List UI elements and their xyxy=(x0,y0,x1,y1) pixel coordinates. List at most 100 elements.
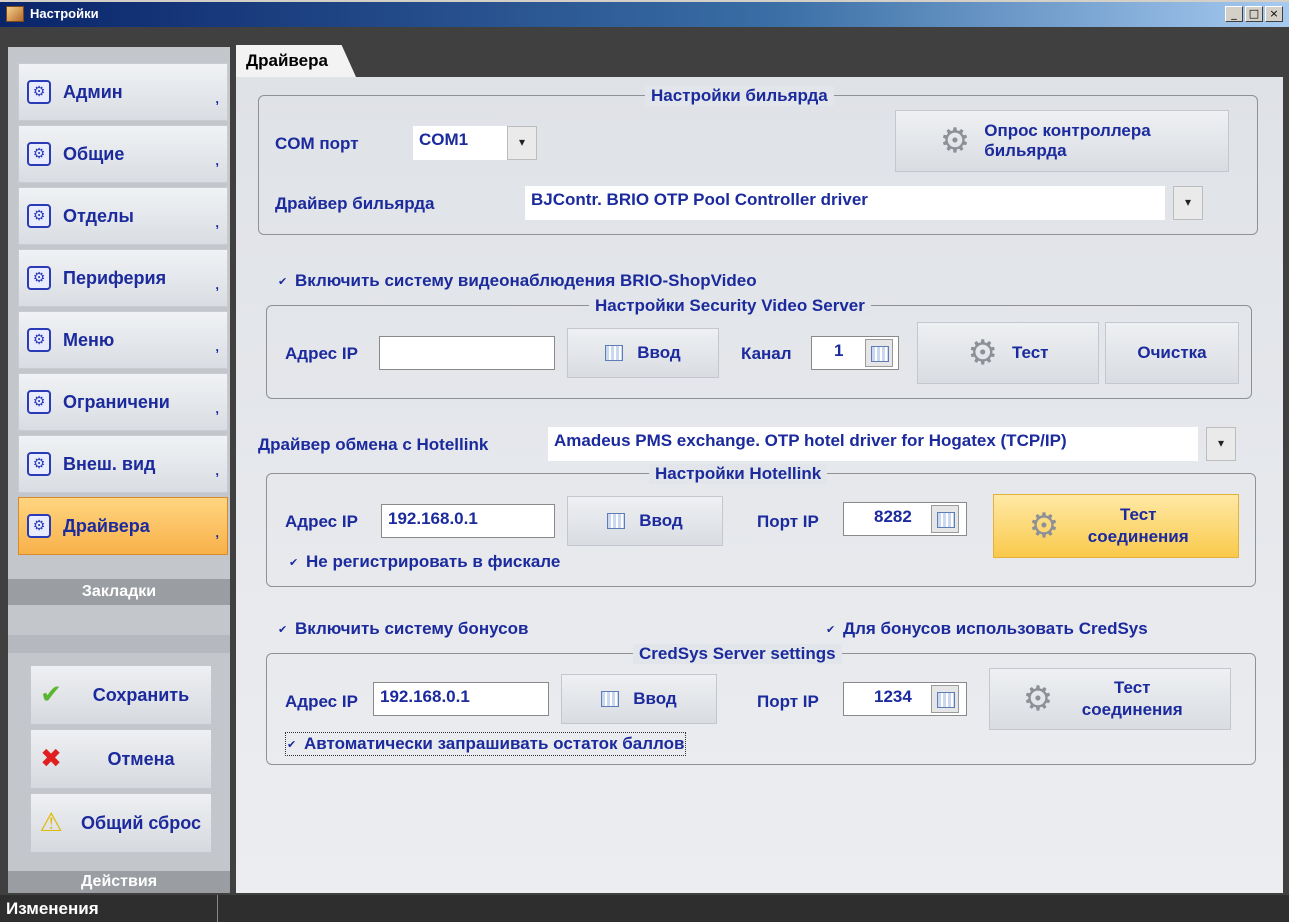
hotellink-enter-button[interactable]: Ввод xyxy=(567,496,723,546)
hotellink-driver-dropdown-button[interactable]: ▾ xyxy=(1206,427,1236,461)
billiard-settings-legend: Настройки бильярда xyxy=(645,86,834,106)
keyboard-icon xyxy=(605,345,624,361)
hotellink-ip-label: Адрес IP xyxy=(285,512,358,531)
use-credsys-checkbox[interactable]: ✔ Для бонусов использовать CredSys xyxy=(826,619,1148,639)
credsys-settings-legend: CredSys Server settings xyxy=(633,644,842,664)
hotellink-settings-group: Настройки Hotellink Адрес IP 192.168.0.1… xyxy=(266,464,1256,587)
bookmarks-group: ⚙ Админ , ⚙ Общие , ⚙ Отделы , ⚙ Перифер… xyxy=(8,47,230,635)
keyboard-icon xyxy=(601,691,620,707)
video-ip-field[interactable] xyxy=(379,336,555,370)
credsys-enter-label: Ввод xyxy=(633,689,677,708)
hotellink-port-picker-button[interactable] xyxy=(931,505,959,533)
hotellink-test-connection-button[interactable]: ⚙ Тест соединения xyxy=(993,494,1239,558)
credsys-ip-label: Адрес IP xyxy=(285,692,358,711)
gear-icon: ⚙ xyxy=(27,514,51,538)
enable-video-checkbox[interactable]: ✔ Включить систему видеонаблюдения BRIO-… xyxy=(278,271,757,291)
window-controls: _ □ × xyxy=(1225,6,1283,22)
maximize-button[interactable]: □ xyxy=(1245,6,1263,22)
gear-icon: ⚙ xyxy=(27,204,51,228)
title-bar: Настройки _ □ × xyxy=(0,0,1289,27)
channel-picker-button[interactable] xyxy=(865,339,893,367)
cancel-button[interactable]: ✖ Отмена xyxy=(30,729,212,789)
sidebar-item-general[interactable]: ⚙ Общие , xyxy=(18,125,228,183)
hotellink-driver-field[interactable]: Amadeus PMS exchange. OTP hotel driver f… xyxy=(548,427,1198,461)
submenu-arrow-icon: , xyxy=(215,525,219,540)
sidebar-item-label: Отделы xyxy=(63,205,134,226)
com-port-label: COM порт xyxy=(275,134,359,153)
video-test-button[interactable]: ⚙ Тест xyxy=(917,322,1099,384)
sidebar-item-departments[interactable]: ⚙ Отделы , xyxy=(18,187,228,245)
checkmark-icon: ✔ xyxy=(40,680,62,710)
credsys-ip-field[interactable]: 192.168.0.1 xyxy=(373,682,549,716)
sidebar-item-menu[interactable]: ⚙ Меню , xyxy=(18,311,228,369)
credsys-port-picker-button[interactable] xyxy=(931,685,959,713)
use-credsys-label: Для бонусов использовать CredSys xyxy=(843,619,1148,638)
checkbox-check-icon: ✔ xyxy=(287,737,297,751)
no-fiscal-label: Не регистрировать в фискале xyxy=(306,552,561,571)
reset-all-button[interactable]: ⚠ Общий сброс xyxy=(30,793,212,853)
poll-controller-button[interactable]: ⚙ Опрос контроллера бильярда xyxy=(895,110,1229,172)
checkbox-check-icon: ✔ xyxy=(826,622,836,636)
gear-icon: ⚙ xyxy=(27,266,51,290)
billiard-driver-dropdown-button[interactable]: ▾ xyxy=(1173,186,1203,220)
warning-icon: ⚠ xyxy=(39,808,63,838)
sidebar-item-peripherals[interactable]: ⚙ Периферия , xyxy=(18,249,228,307)
billiard-settings-group: Настройки бильярда COM порт COM1 ▾ ⚙ Опр… xyxy=(258,86,1258,235)
credsys-test-connection-button[interactable]: ⚙ Тест соединения xyxy=(989,668,1231,730)
hotellink-test-label: Тест соединения xyxy=(1087,505,1189,546)
gear-icon: ⚙ xyxy=(27,452,51,476)
hotellink-port-label: Порт IP xyxy=(757,512,819,531)
video-clear-button[interactable]: Очистка xyxy=(1105,322,1239,384)
auto-request-points-label: Автоматически запрашивать остаток баллов xyxy=(304,734,685,753)
enable-bonus-checkbox[interactable]: ✔ Включить систему бонусов xyxy=(278,619,528,639)
com-port-dropdown-button[interactable]: ▾ xyxy=(507,126,537,160)
hotellink-driver-label: Драйвер обмена с Hotellink xyxy=(258,435,489,454)
gear-icon: ⚙ xyxy=(27,328,51,352)
hotellink-settings-legend: Настройки Hotellink xyxy=(649,464,828,484)
drivers-panel: Настройки бильярда COM порт COM1 ▾ ⚙ Опр… xyxy=(236,77,1283,893)
video-server-legend: Настройки Security Video Server xyxy=(589,296,871,316)
submenu-arrow-icon: , xyxy=(215,215,219,230)
sidebar-item-restrictions[interactable]: ⚙ Ограничени , xyxy=(18,373,228,431)
tab-drivers[interactable]: Драйвера xyxy=(236,45,356,77)
credsys-test-label: Тест соединения xyxy=(1081,678,1183,719)
no-fiscal-checkbox[interactable]: ✔ Не регистрировать в фискале xyxy=(289,552,560,572)
actions-group: ✔ Сохранить ✖ Отмена ⚠ Общий сброс Дейст… xyxy=(8,653,230,893)
close-button[interactable]: × xyxy=(1265,6,1283,22)
gears-icon: ⚙ xyxy=(939,121,971,161)
save-button[interactable]: ✔ Сохранить xyxy=(30,665,212,725)
auto-request-points-checkbox[interactable]: ✔ Автоматически запрашивать остаток балл… xyxy=(284,732,687,756)
credsys-port-label: Порт IP xyxy=(757,692,819,711)
gears-icon: ⚙ xyxy=(1022,679,1054,719)
status-text: Изменения xyxy=(0,895,218,922)
sidebar-item-label: Драйвера xyxy=(63,515,150,536)
billiard-driver-field[interactable]: BJContr. BRIO OTP Pool Controller driver xyxy=(525,186,1165,220)
sidebar-item-appearance[interactable]: ⚙ Внеш. вид , xyxy=(18,435,228,493)
submenu-arrow-icon: , xyxy=(215,153,219,168)
hotellink-ip-field[interactable]: 192.168.0.1 xyxy=(381,504,555,538)
sidebar-item-drivers[interactable]: ⚙ Драйвера , xyxy=(18,497,228,555)
status-bar: Изменения xyxy=(0,895,1289,922)
video-enter-label: Ввод xyxy=(637,343,681,362)
gear-icon: ⚙ xyxy=(27,390,51,414)
submenu-arrow-icon: , xyxy=(215,339,219,354)
video-enter-button[interactable]: Ввод xyxy=(567,328,719,378)
submenu-arrow-icon: , xyxy=(215,463,219,478)
save-button-label: Сохранить xyxy=(92,684,190,705)
enable-bonus-label: Включить систему бонусов xyxy=(295,619,529,638)
settings-window: ⚙ Админ , ⚙ Общие , ⚙ Отделы , ⚙ Перифер… xyxy=(0,27,1289,922)
sidebar-item-label: Меню xyxy=(63,329,115,350)
submenu-arrow-icon: , xyxy=(215,401,219,416)
submenu-arrow-icon: , xyxy=(215,91,219,106)
checkbox-check-icon: ✔ xyxy=(278,622,288,636)
credsys-enter-button[interactable]: Ввод xyxy=(561,674,717,724)
poll-controller-label: Опрос контроллера бильярда xyxy=(984,121,1151,160)
video-server-group: Настройки Security Video Server Адрес IP… xyxy=(266,296,1252,399)
com-port-field[interactable]: COM1 xyxy=(413,126,507,160)
checkbox-check-icon: ✔ xyxy=(289,555,299,569)
hotellink-enter-label: Ввод xyxy=(639,511,683,530)
sidebar-item-label: Ограничени xyxy=(63,391,170,412)
billiard-driver-label: Драйвер бильярда xyxy=(275,194,435,213)
sidebar-item-admin[interactable]: ⚙ Админ , xyxy=(18,63,228,121)
minimize-button[interactable]: _ xyxy=(1225,6,1243,22)
